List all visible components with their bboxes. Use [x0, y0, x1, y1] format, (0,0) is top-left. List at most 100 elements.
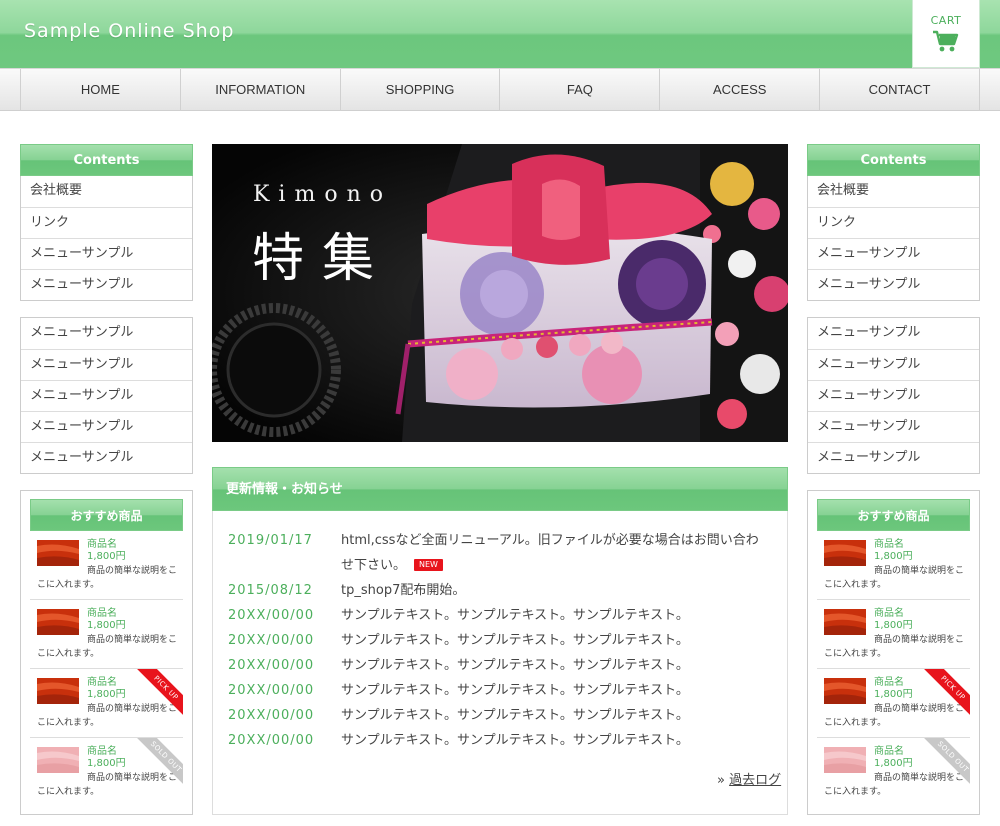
cart-button[interactable]: CART	[912, 0, 980, 68]
product-description: 商品の簡単な説明をここに入れます。	[824, 566, 965, 590]
product-thumbnail[interactable]	[37, 747, 79, 773]
left-recommend-box: おすすめ商品 商品名 1,800円 商品の簡単な説明をここに入れます。 商品名 …	[20, 490, 193, 815]
product-item[interactable]: 商品名 1,800円 商品の簡単な説明をここに入れます。 PICK UP	[30, 669, 183, 738]
product-price: 1,800円	[87, 620, 126, 631]
news-text[interactable]: サンプルテキスト。サンプルテキスト。サンプルテキスト。	[341, 703, 771, 728]
product-item[interactable]: 商品名 1,800円 商品の簡単な説明をここに入れます。 SOLD OUT	[817, 738, 970, 807]
cart-icon	[933, 30, 959, 52]
new-badge: NEW	[414, 559, 443, 571]
product-name[interactable]: 商品名	[87, 539, 117, 551]
product-item[interactable]: 商品名 1,800円 商品の簡単な説明をここに入れます。 SOLD OUT	[30, 738, 183, 807]
product-name[interactable]: 商品名	[874, 539, 904, 551]
left-menu2-list: メニューサンプル メニューサンプル メニューサンプル メニューサンプル メニュー…	[20, 317, 193, 474]
left-menu2-item[interactable]: メニューサンプル	[21, 380, 192, 411]
right-menu-item-links[interactable]: リンク	[808, 207, 979, 238]
product-name[interactable]: 商品名	[874, 677, 904, 689]
news-date: 20XX/00/00	[228, 733, 315, 748]
product-description: 商品の簡単な説明をここに入れます。	[37, 635, 178, 659]
left-menu2-item[interactable]: メニューサンプル	[21, 411, 192, 442]
product-item[interactable]: 商品名 1,800円 商品の簡単な説明をここに入れます。 PICK UP	[817, 669, 970, 738]
right-menu-item-company[interactable]: 会社概要	[808, 176, 979, 207]
right-menu2-item[interactable]: メニューサンプル	[808, 318, 979, 349]
nav-information[interactable]: INFORMATION	[179, 69, 340, 111]
product-name[interactable]: 商品名	[874, 608, 904, 620]
left-menu-item[interactable]: メニューサンプル	[21, 238, 192, 269]
right-menu2-item[interactable]: メニューサンプル	[808, 349, 979, 380]
product-description: 商品の簡単な説明をここに入れます。	[37, 773, 178, 797]
right-menu2-list: メニューサンプル メニューサンプル メニューサンプル メニューサンプル メニュー…	[807, 317, 980, 474]
product-thumbnail[interactable]	[824, 747, 866, 773]
product-price: 1,800円	[87, 758, 126, 769]
left-menu-item[interactable]: メニューサンプル	[21, 269, 192, 300]
nav-access[interactable]: ACCESS	[659, 69, 819, 111]
news-text[interactable]: サンプルテキスト。サンプルテキスト。サンプルテキスト。	[341, 628, 771, 653]
product-thumbnail[interactable]	[824, 678, 866, 704]
product-name[interactable]: 商品名	[87, 608, 117, 620]
news-text[interactable]: サンプルテキスト。サンプルテキスト。サンプルテキスト。	[341, 603, 771, 628]
right-menu2-item[interactable]: メニューサンプル	[808, 380, 979, 411]
news-text[interactable]: サンプルテキスト。サンプルテキスト。サンプルテキスト。	[341, 728, 771, 753]
site-title[interactable]: Sample Online Shop	[24, 20, 234, 42]
product-item[interactable]: 商品名 1,800円 商品の簡単な説明をここに入れます。	[30, 600, 183, 669]
product-thumbnail[interactable]	[824, 609, 866, 635]
product-name[interactable]: 商品名	[87, 746, 117, 758]
site-header: Sample Online Shop CART	[0, 0, 1000, 68]
right-sidebar: Contents 会社概要 リンク メニューサンプル メニューサンプル メニュー…	[807, 144, 980, 815]
product-thumbnail[interactable]	[37, 540, 79, 566]
news-date: 2015/08/12	[228, 583, 313, 598]
left-sidebar: Contents 会社概要 リンク メニューサンプル メニューサンプル メニュー…	[20, 144, 193, 815]
product-thumbnail[interactable]	[37, 678, 79, 704]
right-menu2-item[interactable]: メニューサンプル	[808, 442, 979, 473]
product-item[interactable]: 商品名 1,800円 商品の簡単な説明をここに入れます。	[30, 531, 183, 600]
hero-title-en: Kimono	[253, 182, 392, 207]
nav-shopping[interactable]: SHOPPING	[339, 69, 500, 111]
cart-label: CART	[930, 14, 962, 27]
product-price: 1,800円	[87, 551, 126, 562]
news-text-wrap: html,cssなど全面リニューアル。旧ファイルが必要な場合はお問い合わせ下さい…	[341, 528, 771, 578]
left-menu2-item[interactable]: メニューサンプル	[21, 318, 192, 349]
product-thumbnail[interactable]	[37, 609, 79, 635]
right-recommend-title: おすすめ商品	[817, 499, 970, 531]
left-menu-item-links[interactable]: リンク	[21, 207, 192, 238]
product-name[interactable]: 商品名	[874, 746, 904, 758]
left-menu2-item[interactable]: メニューサンプル	[21, 349, 192, 380]
right-menu-title: Contents	[807, 144, 980, 176]
right-menu-item[interactable]: メニューサンプル	[808, 238, 979, 269]
left-menu-title: Contents	[20, 144, 193, 176]
product-name[interactable]: 商品名	[87, 677, 117, 689]
past-log-label[interactable]: 過去ログ	[729, 773, 781, 788]
product-description: 商品の簡単な説明をここに入れます。	[37, 704, 178, 728]
product-item[interactable]: 商品名 1,800円 商品の簡単な説明をここに入れます。	[817, 531, 970, 600]
right-menu2-item[interactable]: メニューサンプル	[808, 411, 979, 442]
hero-title-jp: 特集	[252, 229, 393, 289]
news-date: 20XX/00/00	[228, 633, 315, 648]
left-recommend-title: おすすめ商品	[30, 499, 183, 531]
product-item[interactable]: 商品名 1,800円 商品の簡単な説明をここに入れます。	[817, 600, 970, 669]
news-date: 20XX/00/00	[228, 608, 315, 623]
nav-contact[interactable]: CONTACT	[819, 69, 980, 111]
news-text[interactable]: サンプルテキスト。サンプルテキスト。サンプルテキスト。	[341, 678, 771, 703]
product-price: 1,800円	[874, 758, 913, 769]
product-price: 1,800円	[874, 689, 913, 700]
product-description: 商品の簡単な説明をここに入れます。	[824, 635, 965, 659]
news-text[interactable]: html,cssなど全面リニューアル。旧ファイルが必要な場合はお問い合わせ下さい…	[341, 533, 759, 573]
news-text[interactable]: サンプルテキスト。サンプルテキスト。サンプルテキスト。	[341, 653, 771, 678]
news-date: 20XX/00/00	[228, 683, 315, 698]
product-thumbnail[interactable]	[824, 540, 866, 566]
nav-faq[interactable]: FAQ	[499, 69, 659, 111]
product-price: 1,800円	[87, 689, 126, 700]
right-menu-item[interactable]: メニューサンプル	[808, 269, 979, 300]
past-log-link[interactable]: » 過去ログ	[717, 769, 781, 788]
news-section-title: 更新情報・お知らせ	[212, 467, 788, 511]
right-menu-list: 会社概要 リンク メニューサンプル メニューサンプル	[807, 176, 980, 301]
left-menu-list: 会社概要 リンク メニューサンプル メニューサンプル	[20, 176, 193, 301]
news-text[interactable]: tp_shop7配布開始。	[341, 578, 771, 603]
nav-home[interactable]: HOME	[20, 69, 180, 111]
news-date: 2019/01/17	[228, 533, 313, 548]
product-description: 商品の簡単な説明をここに入れます。	[824, 773, 965, 797]
past-log-prefix: »	[717, 773, 725, 788]
left-menu-item-company[interactable]: 会社概要	[21, 176, 192, 207]
hero-banner[interactable]: Kimono 特集	[212, 144, 788, 442]
left-menu2-item[interactable]: メニューサンプル	[21, 442, 192, 473]
product-price: 1,800円	[874, 551, 913, 562]
